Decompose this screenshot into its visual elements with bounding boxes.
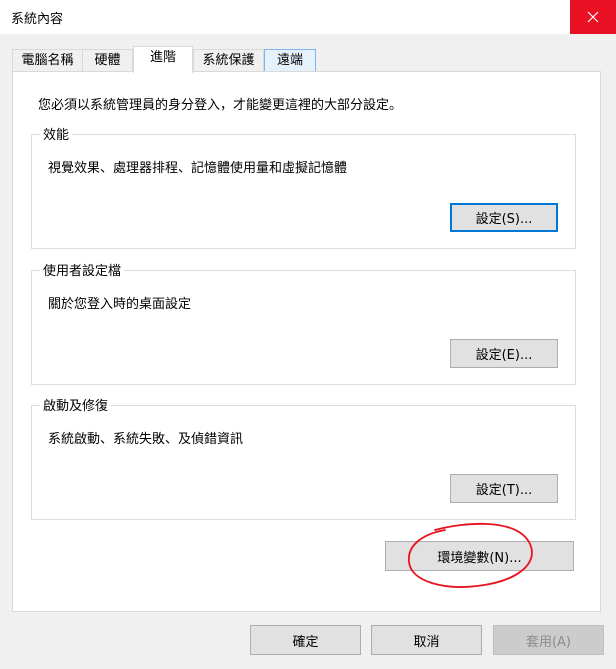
close-button[interactable]: [570, 0, 616, 34]
tab-computer-name[interactable]: 電腦名稱: [12, 49, 83, 72]
tab-hardware[interactable]: 硬體: [82, 49, 133, 72]
cancel-button[interactable]: 取消: [371, 625, 482, 655]
environment-variables-button[interactable]: 環境變數(N)...: [385, 541, 574, 571]
startup-recovery-settings-button[interactable]: 設定(T)...: [450, 474, 558, 503]
close-icon: [587, 11, 599, 23]
tab-remote[interactable]: 遠端: [264, 49, 316, 72]
tab-system-protection[interactable]: 系統保護: [193, 49, 264, 72]
user-profiles-group-title: 使用者設定檔: [40, 260, 125, 279]
tab-advanced[interactable]: 進階: [133, 46, 193, 73]
user-profiles-group: 使用者設定檔 關於您登入時的桌面設定 設定(E)...: [31, 260, 576, 385]
performance-group-title: 效能: [40, 124, 73, 143]
startup-recovery-group-title: 啟動及修復: [40, 395, 112, 414]
user-profiles-settings-button[interactable]: 設定(E)...: [450, 339, 558, 368]
apply-button[interactable]: 套用(A): [493, 625, 604, 655]
window-title: 系統內容: [11, 12, 64, 27]
performance-group: 效能 視覺效果、處理器排程、記憶體使用量和虛擬記憶體 設定(S)...: [31, 124, 576, 249]
title-bar: 系統內容: [0, 0, 616, 34]
ok-button[interactable]: 確定: [250, 625, 361, 655]
user-profiles-description: 關於您登入時的桌面設定: [48, 297, 192, 312]
admin-notice: 您必須以系統管理員的身分登入，才能變更這裡的大部分設定。: [38, 98, 403, 113]
performance-settings-button[interactable]: 設定(S)...: [450, 203, 558, 232]
startup-recovery-group: 啟動及修復 系統啟動、系統失敗、及偵錯資訊 設定(T)...: [31, 395, 576, 520]
performance-description: 視覺效果、處理器排程、記憶體使用量和虛擬記憶體: [48, 161, 348, 176]
startup-recovery-description: 系統啟動、系統失敗、及偵錯資訊: [48, 432, 244, 447]
